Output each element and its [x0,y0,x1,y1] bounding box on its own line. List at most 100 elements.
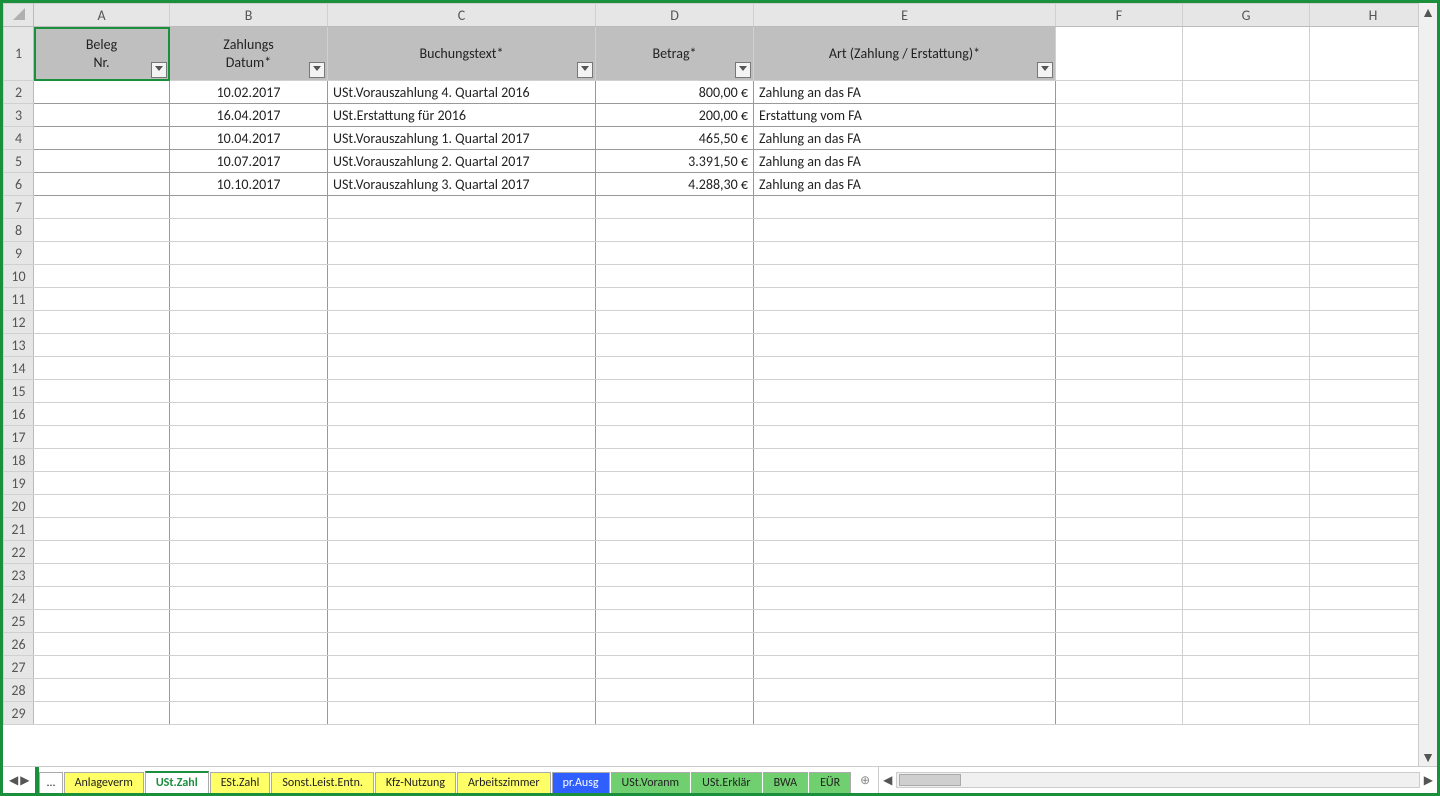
cell-F29[interactable] [1056,702,1183,725]
row-header-1[interactable]: 1 [4,27,34,81]
sheet-tab-e-r[interactable]: EÜR [809,772,851,793]
row-header-3[interactable]: 3 [4,104,34,127]
add-sheet-button[interactable]: ⊕ [852,767,878,793]
cell-B22[interactable] [170,541,328,564]
row-header-19[interactable]: 19 [4,472,34,495]
cell-A9[interactable] [34,242,170,265]
cell-B13[interactable] [170,334,328,357]
cell-G20[interactable] [1183,495,1310,518]
cell-B20[interactable] [170,495,328,518]
cell-D17[interactable] [596,426,754,449]
cell-E6[interactable]: Zahlung an das FA [754,173,1056,196]
cell-C24[interactable] [328,587,596,610]
cell-D12[interactable] [596,311,754,334]
cell-C8[interactable] [328,219,596,242]
cell-D16[interactable] [596,403,754,426]
cell-B6[interactable]: 10.10.2017 [170,173,328,196]
row-header-23[interactable]: 23 [4,564,34,587]
row-header-27[interactable]: 27 [4,656,34,679]
select-all-corner[interactable] [4,4,34,27]
cell-A4[interactable] [34,127,170,150]
filter-E-icon[interactable] [1037,62,1053,78]
cell-B7[interactable] [170,196,328,219]
cell-F23[interactable] [1056,564,1183,587]
cell-F5[interactable] [1056,150,1183,173]
sheet-tab-ust-voranm[interactable]: USt.Voranm [611,772,691,793]
cell-B11[interactable] [170,288,328,311]
cell-A11[interactable] [34,288,170,311]
cell-G2[interactable] [1183,81,1310,104]
cell-D19[interactable] [596,472,754,495]
cell-D10[interactable] [596,265,754,288]
cell-G16[interactable] [1183,403,1310,426]
row-header-11[interactable]: 11 [4,288,34,311]
cell-G9[interactable] [1183,242,1310,265]
row-header-5[interactable]: 5 [4,150,34,173]
cell-E4[interactable]: Zahlung an das FA [754,127,1056,150]
col-header-G[interactable]: G [1183,4,1310,27]
col-header-C[interactable]: C [328,4,596,27]
cell-C25[interactable] [328,610,596,633]
cell-E24[interactable] [754,587,1056,610]
cell-H4[interactable] [1310,127,1419,150]
cell-C27[interactable] [328,656,596,679]
cell-F27[interactable] [1056,656,1183,679]
row-header-26[interactable]: 26 [4,633,34,656]
cell-F10[interactable] [1056,265,1183,288]
cell-B25[interactable] [170,610,328,633]
cell-A13[interactable] [34,334,170,357]
cell-G15[interactable] [1183,380,1310,403]
cell-E10[interactable] [754,265,1056,288]
row-header-12[interactable]: 12 [4,311,34,334]
cell-D18[interactable] [596,449,754,472]
cell-G27[interactable] [1183,656,1310,679]
sheet-tab-anlageverm[interactable]: Anlageverm [64,772,144,793]
cell-G8[interactable] [1183,219,1310,242]
cell-G6[interactable] [1183,173,1310,196]
cell-F7[interactable] [1056,196,1183,219]
cell-G5[interactable] [1183,150,1310,173]
cell-C20[interactable] [328,495,596,518]
cell-B29[interactable] [170,702,328,725]
cell-B16[interactable] [170,403,328,426]
cell-G13[interactable] [1183,334,1310,357]
scroll-up-icon[interactable]: ▲ [1419,3,1437,21]
cell-H10[interactable] [1310,265,1419,288]
cell-H27[interactable] [1310,656,1419,679]
cell-G7[interactable] [1183,196,1310,219]
hscroll-thumb[interactable] [899,774,961,786]
cell-C14[interactable] [328,357,596,380]
cell-G1[interactable] [1183,27,1310,81]
cell-B8[interactable] [170,219,328,242]
cell-C13[interactable] [328,334,596,357]
cell-A10[interactable] [34,265,170,288]
cell-H15[interactable] [1310,380,1419,403]
cell-A6[interactable] [34,173,170,196]
cell-A19[interactable] [34,472,170,495]
sheet-tab-ust-zahl[interactable]: USt.Zahl [145,771,209,793]
cell-G24[interactable] [1183,587,1310,610]
row-header-16[interactable]: 16 [4,403,34,426]
cell-H3[interactable] [1310,104,1419,127]
cell-F16[interactable] [1056,403,1183,426]
sheet-tab-ust-erkl-r[interactable]: USt.Erklär [691,772,761,793]
cell-B26[interactable] [170,633,328,656]
cell-A20[interactable] [34,495,170,518]
cell-D8[interactable] [596,219,754,242]
cell-G18[interactable] [1183,449,1310,472]
cell-E17[interactable] [754,426,1056,449]
cell-B2[interactable]: 10.02.2017 [170,81,328,104]
cell-F6[interactable] [1056,173,1183,196]
cell-D15[interactable] [596,380,754,403]
cell-H13[interactable] [1310,334,1419,357]
cell-A17[interactable] [34,426,170,449]
spreadsheet-grid[interactable]: A B C D E F G H 1 Beleg Nr. Zahlungs Dat… [3,3,1418,766]
cell-F18[interactable] [1056,449,1183,472]
cell-H6[interactable] [1310,173,1419,196]
col-header-B[interactable]: B [170,4,328,27]
hscroll-right-icon[interactable]: ▶ [1424,773,1433,788]
cell-D14[interactable] [596,357,754,380]
cell-C23[interactable] [328,564,596,587]
cell-D20[interactable] [596,495,754,518]
cell-A28[interactable] [34,679,170,702]
